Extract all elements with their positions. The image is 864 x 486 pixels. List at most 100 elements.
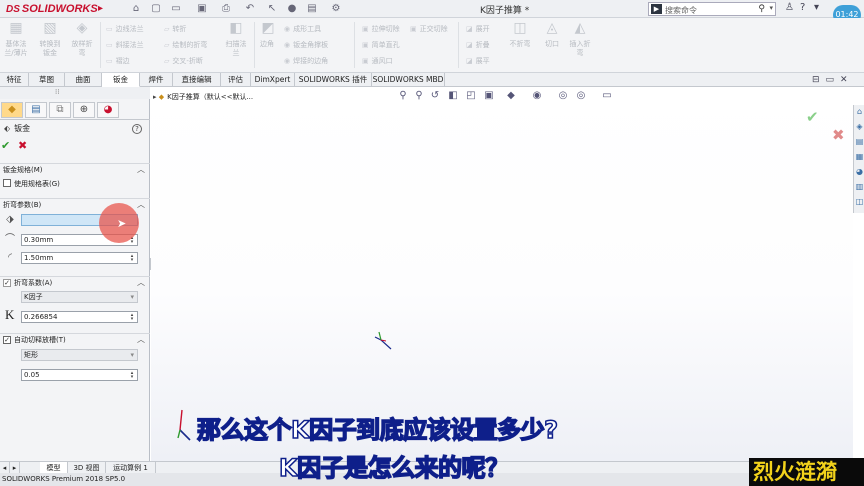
section-view-icon[interactable]: ◧ xyxy=(446,89,460,103)
hide-show-items-icon[interactable]: ◉ xyxy=(530,89,544,103)
extruded-cut-button[interactable]: ▣ 拉伸切除 xyxy=(362,24,400,34)
bend-allowance-type-dropdown[interactable]: K因子 ▾ xyxy=(21,291,138,303)
view-orientation-icon[interactable]: ▣ xyxy=(482,89,496,103)
display-manager-tab[interactable]: ◕ xyxy=(97,102,119,118)
fold-button[interactable]: ◪ 折叠 xyxy=(466,40,490,50)
file-explorer-icon[interactable]: ▤ xyxy=(855,137,864,146)
welded-corner-button[interactable]: ◉ 焊接的边角 xyxy=(284,56,328,66)
cancel-button[interactable]: ✖ xyxy=(18,139,27,152)
edge-flange-button[interactable]: ▭ 边线法兰 xyxy=(106,24,144,34)
tab-weldments[interactable]: 焊件 xyxy=(140,73,173,87)
feature-manager-tab[interactable]: ◆ xyxy=(1,102,23,118)
solidworks-logo[interactable]: DS SOLIDWORKS xyxy=(2,1,102,17)
search-icon[interactable]: ⚲ xyxy=(758,4,765,14)
bend-radius-input[interactable]: 1.50mm ▴ ▾ xyxy=(21,252,138,264)
help-icon[interactable]: ? xyxy=(132,124,142,134)
corners-button[interactable]: 边角 xyxy=(254,40,280,49)
miter-flange-button[interactable]: ▭ 斜接法兰 xyxy=(106,40,144,50)
swept-flange-button[interactable]: 扫描法 兰 xyxy=(220,40,252,58)
options-gear-icon[interactable]: ⚙ xyxy=(330,3,342,14)
print-icon[interactable]: ⎙ xyxy=(220,3,232,14)
tab-evaluate[interactable]: 评估 xyxy=(221,73,251,87)
tab-features[interactable]: 特征 xyxy=(0,73,29,87)
display-style-icon[interactable]: ◆ xyxy=(504,89,518,103)
feature-tree-flyout[interactable]: ▸ ◆ K因子推算（默认<<默认... xyxy=(153,92,253,102)
base-flange-button[interactable]: 基体法 兰/薄片 xyxy=(0,40,32,58)
normal-cut-button[interactable]: ▣ 正交切除 xyxy=(410,24,448,34)
bend-allowance-checkbox[interactable]: ✓ xyxy=(3,279,11,287)
collapse-chevron-icon[interactable]: ︿ xyxy=(137,277,145,289)
auto-relief-checkbox[interactable]: ✓ xyxy=(3,336,11,344)
bend-allowance-section-header[interactable]: ✓ 折弯系数(A) ︿ xyxy=(0,276,150,288)
forming-tool-button[interactable]: ◉ 成形工具 xyxy=(284,24,321,34)
rebuild-icon[interactable]: ● xyxy=(286,3,298,14)
tab-solidworks-addins[interactable]: SOLIDWORKS 插件 xyxy=(295,73,372,87)
solidworks-forum-icon[interactable]: ◫ xyxy=(855,197,864,206)
solidworks-resources-icon[interactable]: ⌂ xyxy=(855,107,864,116)
apply-scene-icon[interactable]: ◎ xyxy=(574,89,588,103)
radius-spinner-icon[interactable]: ▴ ▾ xyxy=(128,254,136,263)
lofted-bend-button[interactable]: 放样折 弯 xyxy=(66,40,98,58)
relief-type-dropdown[interactable]: 矩形 ▾ xyxy=(21,349,138,361)
home-icon[interactable]: ⌂ xyxy=(130,3,142,14)
hem-button[interactable]: ▭ 褶边 xyxy=(106,56,130,66)
zoom-to-fit-icon[interactable]: ⚲ xyxy=(396,89,410,103)
unfold-small-button[interactable]: ◪ 展开 xyxy=(466,24,490,34)
viewport-window-controls[interactable]: ⊟▭✕ xyxy=(812,75,854,85)
insert-bends-button[interactable]: 插入折 弯 xyxy=(564,40,596,58)
configuration-manager-tab[interactable]: ⧉ xyxy=(49,102,71,118)
edit-appearance-icon[interactable]: ◎ xyxy=(556,89,570,103)
collapse-chevron-icon[interactable]: ︿ xyxy=(137,199,145,211)
tab-surfaces[interactable]: 曲面 xyxy=(65,73,102,87)
cross-break-button[interactable]: ▱ 交叉-折断 xyxy=(164,56,203,66)
collapse-chevron-icon[interactable]: ︿ xyxy=(137,334,145,346)
sketched-bend-button[interactable]: ▱ 绘制的折弯 xyxy=(164,40,207,50)
undo-icon[interactable]: ↶ xyxy=(244,3,256,14)
custom-properties-icon[interactable]: ▥ xyxy=(855,182,864,191)
auto-relief-section-header[interactable]: ✓ 自动切释放槽(T) ︿ xyxy=(0,333,150,345)
help-dropdown-icon[interactable]: ▾ xyxy=(814,2,819,13)
no-bends-button[interactable]: 不折弯 xyxy=(504,40,536,49)
open-document-icon[interactable]: ▭ xyxy=(170,3,182,14)
menu-expand-arrow-icon[interactable]: ▸ xyxy=(98,3,103,14)
vent-button[interactable]: ▣ 通风口 xyxy=(362,56,393,66)
select-icon[interactable]: ↖ xyxy=(266,3,278,14)
command-search-box[interactable]: ▶ 搜索命令 ⚲ ▾ xyxy=(648,2,776,16)
tab-solidworks-mbd[interactable]: SOLIDWORKS MBD xyxy=(372,73,445,87)
new-document-icon[interactable]: ▢ xyxy=(150,3,162,14)
jog-button[interactable]: ▱ 转折 xyxy=(164,24,186,34)
previous-view-icon[interactable]: ↺ xyxy=(428,89,442,103)
panel-grip-bar[interactable]: ⁞⁞ xyxy=(0,87,150,99)
ok-button[interactable]: ✔ xyxy=(1,139,10,152)
user-icon[interactable]: ♙ xyxy=(785,2,794,13)
search-dropdown-icon[interactable]: ▾ xyxy=(769,4,773,12)
save-icon[interactable]: ▣ xyxy=(196,3,208,14)
graphics-area[interactable] xyxy=(151,87,853,461)
collapse-chevron-icon[interactable]: ︿ xyxy=(137,164,145,176)
zoom-to-area-icon[interactable]: ⚲ xyxy=(412,89,426,103)
convert-to-sheet-metal-button[interactable]: 转换到 钣金 xyxy=(34,40,66,58)
relief-ratio-input[interactable]: 0.05 ▴ ▾ xyxy=(21,369,138,381)
simple-hole-button[interactable]: ▣ 简单直孔 xyxy=(362,40,400,50)
view-palette-icon[interactable]: ▦ xyxy=(855,152,864,161)
design-library-icon[interactable]: ◈ xyxy=(855,122,864,131)
view-settings-icon[interactable]: ▭ xyxy=(600,89,614,103)
k-factor-input[interactable]: 0.266854 ▴ ▾ xyxy=(21,311,138,323)
tab-sheet-metal[interactable]: 钣金 xyxy=(102,73,140,87)
tab-sketch[interactable]: 草图 xyxy=(29,73,65,87)
property-manager-tab[interactable]: ▤ xyxy=(25,102,47,118)
sheet-metal-gusset-button[interactable]: ◉ 钣金角撑板 xyxy=(284,40,328,50)
confirm-corner-cancel-icon[interactable]: ✖ xyxy=(832,126,845,144)
k-factor-spinner-icon[interactable]: ▴ ▾ xyxy=(128,313,136,322)
flatten-button[interactable]: ◪ 展平 xyxy=(466,56,490,66)
use-gauge-table-checkbox[interactable] xyxy=(3,179,11,187)
confirm-corner-ok-icon[interactable]: ✔ xyxy=(806,108,819,126)
dynamic-annotation-icon[interactable]: ◰ xyxy=(464,89,478,103)
file-properties-icon[interactable]: ▤ xyxy=(306,3,318,14)
dimxpert-manager-tab[interactable]: ⊕ xyxy=(73,102,95,118)
help-question-icon[interactable]: ? xyxy=(800,2,805,13)
ratio-spinner-icon[interactable]: ▴ ▾ xyxy=(128,371,136,380)
gauge-section-header[interactable]: 钣金规格(M) ︿ xyxy=(0,163,150,175)
tab-dimxpert[interactable]: DimXpert xyxy=(251,73,295,87)
tab-direct-editing[interactable]: 直接编辑 xyxy=(173,73,221,87)
